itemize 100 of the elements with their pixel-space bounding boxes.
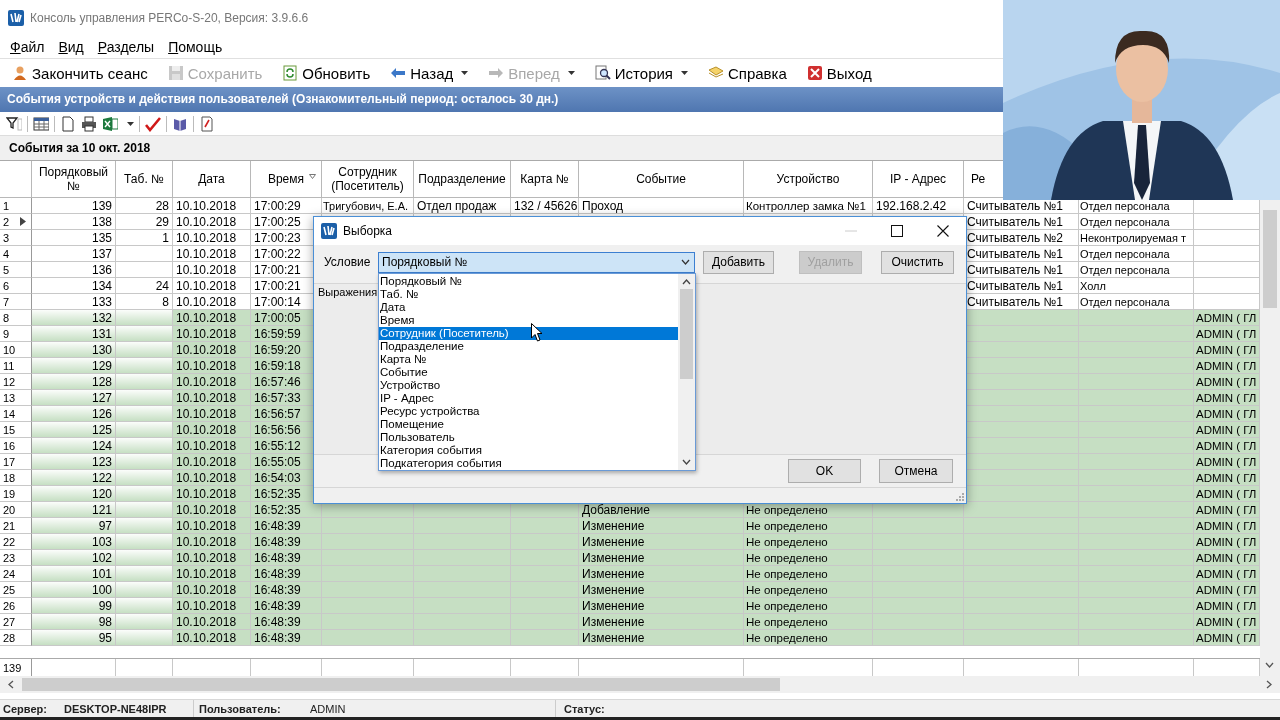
window-title: Консоль управления PERCo-S-20, Версия: 3.9.6.6 xyxy=(30,11,309,25)
toolbar-button[interactable]: Выход xyxy=(801,62,877,84)
column-header[interactable]: Дата xyxy=(195,172,228,186)
column-header[interactable]: Таб. № xyxy=(121,172,167,186)
row-number: 19 xyxy=(3,487,16,500)
row-number: 14 xyxy=(3,407,16,420)
row-number: 12 xyxy=(3,375,16,388)
dropdown-option[interactable]: Категория события xyxy=(379,444,678,457)
table-cell: 121 xyxy=(32,502,116,518)
column-header[interactable]: Подразделение xyxy=(415,172,509,186)
row-number: 2 xyxy=(3,215,10,228)
table-cell: 126 xyxy=(32,406,116,422)
toolbar-button[interactable]: Закончить сеанс xyxy=(7,62,153,84)
row-number: 17 xyxy=(3,455,16,468)
dropdown-option[interactable]: Пользователь xyxy=(379,431,678,444)
table-cell: Изменение xyxy=(579,630,744,646)
dialog-button[interactable]: Отмена xyxy=(879,459,953,483)
dropdown-option[interactable]: Порядковый № xyxy=(379,275,678,288)
table-cell: Не определено xyxy=(744,630,873,646)
row-count: 139 xyxy=(3,661,22,674)
row-number: 16 xyxy=(3,439,16,452)
column-header[interactable]: Карта № xyxy=(517,172,572,186)
table-cell: 123 xyxy=(32,454,116,470)
dropdown-option[interactable]: Устройство xyxy=(379,379,678,392)
menu-item[interactable]: Помощь xyxy=(168,39,223,55)
table-cell: 132 xyxy=(32,310,116,326)
status-value: DESKTOP-NE48IPR xyxy=(64,702,167,715)
condition-label: Условие xyxy=(324,255,372,269)
row-number: 23 xyxy=(3,551,16,564)
status-value: ADMIN xyxy=(310,702,346,715)
column-header[interactable]: IP - Адрес xyxy=(886,172,950,186)
dropdown-option[interactable]: Подразделение xyxy=(379,340,678,353)
row-number: 22 xyxy=(3,535,16,548)
menu-item[interactable]: Разделы xyxy=(97,39,155,55)
row-number: 6 xyxy=(3,279,10,292)
dialog-button[interactable]: Очистить xyxy=(881,250,954,274)
dropdown-option[interactable]: IP - Адрес xyxy=(379,392,678,405)
row-number: 26 xyxy=(3,599,16,612)
dropdown-option[interactable]: Время xyxy=(379,314,678,327)
table-cell: 129 xyxy=(32,358,116,374)
row-number: 4 xyxy=(3,247,10,260)
table-cell: 97 xyxy=(32,518,116,534)
row-number: 15 xyxy=(3,423,16,436)
row-number: 25 xyxy=(3,583,16,596)
toolbar-button[interactable]: Обновить xyxy=(277,62,376,84)
table-cell: 103 xyxy=(32,534,116,550)
toolbar-button[interactable]: История xyxy=(589,62,693,84)
status-label: Статус: xyxy=(564,702,605,715)
table-cell: 98 xyxy=(32,614,116,630)
dialog-button[interactable]: Добавить xyxy=(703,250,774,274)
table-cell: 128 xyxy=(32,374,116,390)
status-label: Пользователь: xyxy=(199,702,282,715)
row-number: 9 xyxy=(3,327,10,340)
table-cell: 122 xyxy=(32,470,116,486)
row-number: 27 xyxy=(3,615,16,628)
table-cell: 127 xyxy=(32,390,116,406)
row-number: 7 xyxy=(3,295,10,308)
row-number: 3 xyxy=(3,231,10,244)
dialog-title: Выборка xyxy=(343,224,393,238)
column-header[interactable]: Ре xyxy=(968,172,989,186)
table-cell: 124 xyxy=(32,438,116,454)
table-cell: 99 xyxy=(32,598,116,614)
dropdown-option[interactable]: Карта № xyxy=(379,353,678,366)
row-number: 21 xyxy=(3,519,16,532)
dialog-button[interactable]: OK xyxy=(788,459,861,483)
row-number: 18 xyxy=(3,471,16,484)
menu-item[interactable]: Вид xyxy=(58,39,84,55)
row-number: 24 xyxy=(3,567,16,580)
row-number: 5 xyxy=(3,263,10,276)
dropdown-option[interactable]: Сотрудник (Посетитель) xyxy=(379,327,678,340)
toolbar-button[interactable]: Справка xyxy=(703,62,792,84)
column-header[interactable]: Время xyxy=(264,172,308,186)
dropdown-option[interactable]: Таб. № xyxy=(379,288,678,301)
dropdown-option[interactable]: Дата xyxy=(379,301,678,314)
table-cell: 120 xyxy=(32,486,116,502)
dropdown-option[interactable]: Ресурс устройства xyxy=(379,405,678,418)
table-cell: 16:48:39 xyxy=(251,630,322,646)
dropdown-option[interactable]: Событие xyxy=(379,366,678,379)
toolbar-button[interactable]: Назад xyxy=(385,62,474,84)
column-header[interactable]: Порядковый № xyxy=(32,165,115,193)
dropdown-option[interactable]: Помещение xyxy=(379,418,678,431)
row-number: 1 xyxy=(3,199,10,212)
table-cell: 10.10.2018 xyxy=(173,630,251,646)
column-header[interactable]: Сотрудник (Посетитель) xyxy=(322,165,413,193)
table-cell: 102 xyxy=(32,550,116,566)
column-header[interactable]: Устройство xyxy=(773,172,843,186)
row-number: 20 xyxy=(3,503,16,516)
menu-item[interactable]: Файл xyxy=(10,39,45,55)
table-cell: 101 xyxy=(32,566,116,582)
table-cell: 100 xyxy=(32,582,116,598)
table-cell: 131 xyxy=(32,326,116,342)
table-cell: 95 xyxy=(32,630,116,646)
column-header[interactable]: Событие xyxy=(633,172,689,186)
row-number: 10 xyxy=(3,343,16,356)
table-cell: 130 xyxy=(32,342,116,358)
row-number: 8 xyxy=(3,311,10,324)
row-number: 11 xyxy=(3,359,15,372)
dropdown-option[interactable]: Подкатегория события xyxy=(379,457,678,470)
condition-dropdown[interactable]: Порядковый № xyxy=(378,251,695,273)
table-cell: 125 xyxy=(32,422,116,438)
